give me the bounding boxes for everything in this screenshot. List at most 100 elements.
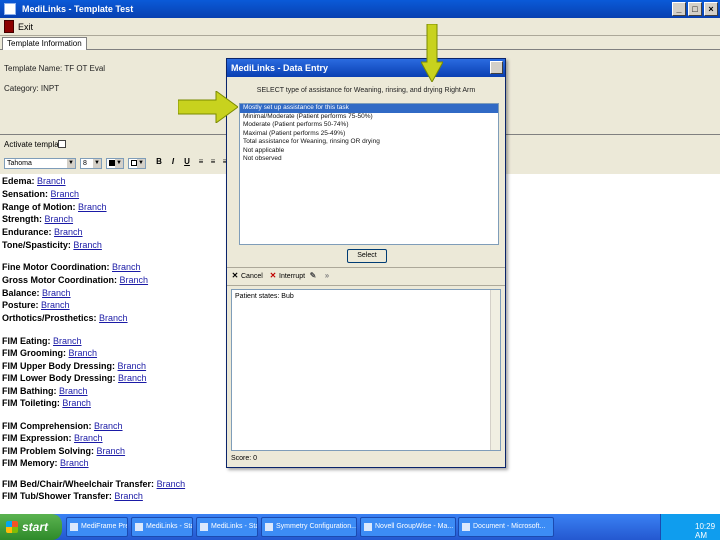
exit-icon[interactable] <box>4 20 14 33</box>
branch-link[interactable]: Branch <box>99 313 128 323</box>
chevron-down-icon: ▼ <box>93 159 101 168</box>
field-label: Sensation: <box>2 189 49 199</box>
branch-link[interactable]: Branch <box>78 202 107 212</box>
chevron-down-icon: ▼ <box>67 159 75 168</box>
options-list[interactable]: Mostly set up assistance for this task Mi… <box>239 103 499 245</box>
align-center-icon[interactable]: ≡ <box>208 157 218 167</box>
options-button[interactable]: ✎ <box>309 272 319 280</box>
dialog-text-area[interactable]: Patient states: Bub <box>231 289 501 451</box>
template-name-label: Template Name: <box>4 64 63 73</box>
document-line: Strength: Branch <box>2 214 73 224</box>
exit-button[interactable]: Exit <box>18 22 33 32</box>
document-line: FIM Bed/Chair/Wheelchair Transfer: Branc… <box>2 479 185 489</box>
interrupt-icon: ✕ <box>269 271 277 280</box>
option-item[interactable]: Not applicable <box>240 147 498 156</box>
select-button[interactable]: Select <box>347 249 387 263</box>
branch-link[interactable]: Branch <box>60 458 89 468</box>
highlight-color-select[interactable]: ▼ <box>128 158 146 169</box>
template-name-row: Template Name: TF OT Eval <box>4 64 105 73</box>
branch-link[interactable]: Branch <box>51 189 80 199</box>
branch-link[interactable]: Branch <box>73 240 102 250</box>
category-label: Category: <box>4 84 39 93</box>
branch-link[interactable]: Branch <box>74 433 103 443</box>
branch-link[interactable]: Branch <box>118 361 147 371</box>
dialog-titlebar: MediLinks - Data Entry <box>227 59 505 77</box>
dialog-title: MediLinks - Data Entry <box>231 63 329 73</box>
option-item[interactable]: Maximal (Patient performs 25-49%) <box>240 130 498 139</box>
window-title: MediLinks - Template Test <box>22 4 134 14</box>
right-arrow-annotation <box>178 91 238 123</box>
interrupt-button[interactable]: ✕ Interrupt <box>269 272 305 280</box>
option-item[interactable]: Minimal/Moderate (Patient performs 75-50… <box>240 113 498 122</box>
template-name-value: TF OT Eval <box>64 64 106 73</box>
document-line: Sensation: Branch <box>2 189 79 199</box>
start-label: start <box>22 520 49 534</box>
branch-link[interactable]: Branch <box>53 336 82 346</box>
field-label: FIM Lower Body Dressing: <box>2 373 116 383</box>
category-value: INPT <box>40 84 60 93</box>
wrench-icon: ✎ <box>309 271 317 280</box>
font-select-value: Tahoma <box>7 160 32 167</box>
branch-link[interactable]: Branch <box>97 446 126 456</box>
dialog-scrollbar[interactable] <box>490 290 500 450</box>
cancel-button[interactable]: ✕ Cancel <box>231 272 263 280</box>
branch-link[interactable]: Branch <box>114 491 143 501</box>
windows-logo-icon <box>6 521 18 533</box>
document-line: FIM Tub/Shower Transfer: Branch <box>2 491 143 501</box>
taskbar-task[interactable]: MediFrame Presentati... <box>66 517 128 537</box>
dialog-close-button[interactable] <box>490 61 503 74</box>
branch-link[interactable]: Branch <box>59 386 88 396</box>
cancel-icon: ✕ <box>231 271 239 280</box>
field-label: FIM Toileting: <box>2 398 60 408</box>
font-select[interactable]: Tahoma ▼ <box>4 158 76 169</box>
branch-link[interactable]: Branch <box>37 176 66 186</box>
option-item[interactable]: Total assistance for Weaning, rinsing OR… <box>240 138 498 147</box>
text-color-select[interactable]: ▼ <box>106 158 124 169</box>
document-line: Range of Motion: Branch <box>2 202 107 212</box>
branch-link[interactable]: Branch <box>94 421 123 431</box>
close-button[interactable]: × <box>704 2 718 16</box>
branch-link[interactable]: Branch <box>42 288 71 298</box>
taskbar-task[interactable]: MediLinks - Status P... <box>131 517 193 537</box>
bold-button[interactable]: B <box>154 157 164 167</box>
branch-link[interactable]: Branch <box>157 479 186 489</box>
activate-template-label: Activate template <box>4 140 66 149</box>
font-size-select[interactable]: 8 ▼ <box>80 158 102 169</box>
chevron-right-icon: » <box>324 271 330 280</box>
branch-link[interactable]: Branch <box>120 275 149 285</box>
branch-link[interactable]: Branch <box>45 214 74 224</box>
option-item[interactable]: Moderate (Patient performs 50-74%) <box>240 121 498 130</box>
field-label: Tone/Spasticity: <box>2 240 71 250</box>
taskbar-task[interactable]: Novell GroupWise - Ma... <box>360 517 456 537</box>
align-left-icon[interactable]: ≡ <box>196 157 206 167</box>
field-label: FIM Expression: <box>2 433 72 443</box>
main-titlebar: MediLinks - Template Test _ □ × <box>0 0 720 18</box>
italic-button[interactable]: I <box>168 157 178 167</box>
taskbar-task[interactable]: Symmetry Configuration... <box>261 517 357 537</box>
field-label: FIM Eating: <box>2 336 51 346</box>
field-label: Fine Motor Coordination: <box>2 262 110 272</box>
start-button[interactable]: start <box>0 514 62 540</box>
underline-button[interactable]: U <box>182 157 192 167</box>
more-button[interactable]: » <box>323 272 333 280</box>
branch-link[interactable]: Branch <box>41 300 70 310</box>
tab-template-information[interactable]: Template Information <box>2 37 87 50</box>
field-label: Gross Motor Coordination: <box>2 275 117 285</box>
branch-link[interactable]: Branch <box>54 227 83 237</box>
option-item[interactable]: Mostly set up assistance for this task <box>240 104 498 113</box>
field-label: FIM Tub/Shower Transfer: <box>2 491 112 501</box>
maximize-button[interactable]: □ <box>688 2 702 16</box>
branch-link[interactable]: Branch <box>112 262 141 272</box>
branch-link[interactable]: Branch <box>69 348 98 358</box>
branch-link[interactable]: Branch <box>62 398 91 408</box>
document-line: FIM Grooming: Branch <box>2 348 97 358</box>
taskbar-task[interactable]: MediLinks - Status P... <box>196 517 258 537</box>
document-line: Balance: Branch <box>2 288 71 298</box>
field-label: Strength: <box>2 214 42 224</box>
option-item[interactable]: Not observed <box>240 155 498 164</box>
taskbar-task[interactable]: Document - Microsoft... <box>458 517 554 537</box>
dialog-toolbar: ✕ Cancel ✕ Interrupt ✎ » <box>227 268 505 286</box>
minimize-button[interactable]: _ <box>672 2 686 16</box>
activate-template-checkbox[interactable] <box>58 140 66 148</box>
branch-link[interactable]: Branch <box>118 373 147 383</box>
